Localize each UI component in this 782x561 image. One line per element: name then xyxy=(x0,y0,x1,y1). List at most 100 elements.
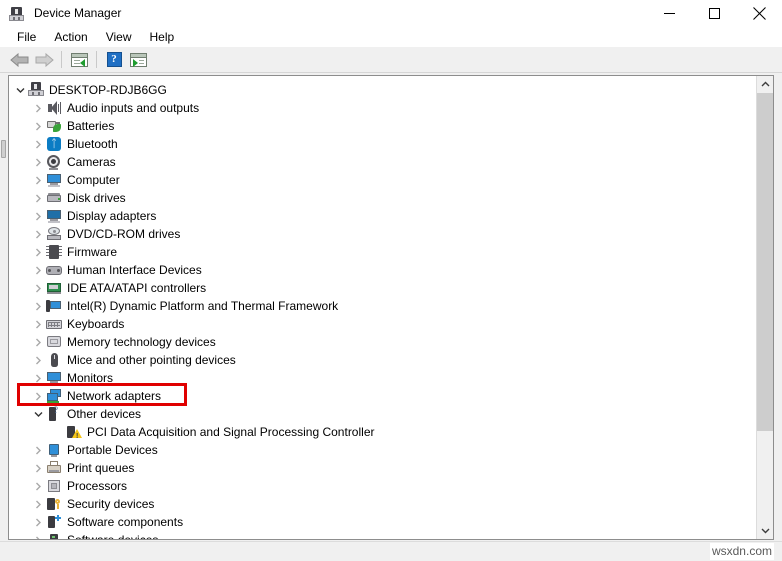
chevron-right-icon[interactable] xyxy=(30,225,46,243)
dvd-drive-icon xyxy=(46,226,62,242)
chevron-right-icon[interactable] xyxy=(30,477,46,495)
tree-row-label: Display adapters xyxy=(67,207,156,225)
help-button[interactable]: ? xyxy=(102,49,126,71)
scroll-up-button[interactable] xyxy=(757,76,773,93)
other-device-icon: ? xyxy=(46,406,62,422)
chevron-right-icon[interactable] xyxy=(30,369,46,387)
properties-button[interactable] xyxy=(67,49,91,71)
scroll-thumb[interactable] xyxy=(757,93,773,431)
tree-row-software-components[interactable]: Software components xyxy=(9,513,757,531)
chevron-right-icon[interactable] xyxy=(30,441,46,459)
chevron-right-icon[interactable] xyxy=(30,117,46,135)
firmware-chip-icon xyxy=(46,244,62,260)
tree-row-computer[interactable]: Computer xyxy=(9,171,757,189)
chevron-right-icon[interactable] xyxy=(30,459,46,477)
tree-row-label: Human Interface Devices xyxy=(67,261,202,279)
chevron-right-icon[interactable] xyxy=(30,171,46,189)
menu-help[interactable]: Help xyxy=(141,28,184,47)
chevron-right-icon[interactable] xyxy=(30,495,46,513)
tree-row-firmware[interactable]: Firmware xyxy=(9,243,757,261)
tree-row-display-adapters[interactable]: Display adapters xyxy=(9,207,757,225)
chevron-right-icon[interactable] xyxy=(30,153,46,171)
scan-window-icon xyxy=(130,53,147,67)
menu-view[interactable]: View xyxy=(97,28,141,47)
tree-row-label: Disk drives xyxy=(67,189,126,207)
tree-row-monitors[interactable]: Monitors xyxy=(9,369,757,387)
tree-row-label: Cameras xyxy=(67,153,116,171)
forward-arrow-icon xyxy=(34,53,54,67)
tree-row-portable-devices[interactable]: Portable Devices xyxy=(9,441,757,459)
title-bar: Device Manager xyxy=(0,0,782,27)
tree-row-cameras[interactable]: Cameras xyxy=(9,153,757,171)
menu-file[interactable]: File xyxy=(8,28,45,47)
ide-controller-icon xyxy=(46,280,62,296)
chevron-right-icon[interactable] xyxy=(30,387,46,405)
toolbar-separator-1 xyxy=(61,51,62,68)
tree-row-processors[interactable]: Processors xyxy=(9,477,757,495)
forward-button[interactable] xyxy=(32,49,56,71)
chevron-right-icon[interactable] xyxy=(30,297,46,315)
computer-root-icon xyxy=(28,82,44,98)
chevron-right-icon[interactable] xyxy=(30,261,46,279)
chevron-down-icon[interactable] xyxy=(30,405,46,423)
tree-row-disk-drives[interactable]: Disk drives xyxy=(9,189,757,207)
chevron-right-icon[interactable] xyxy=(30,243,46,261)
chevron-up-icon xyxy=(761,81,770,88)
tree-row-network-adapters[interactable]: Network adapters xyxy=(9,387,757,405)
back-button[interactable] xyxy=(8,49,32,71)
software-device-icon xyxy=(46,532,62,539)
tree-row-pci-data-acquisition-and-signal-processing-controller[interactable]: ! PCI Data Acquisition and Signal Proces… xyxy=(9,423,757,441)
mouse-icon xyxy=(46,352,62,368)
close-button[interactable] xyxy=(737,0,782,27)
scroll-down-button[interactable] xyxy=(757,522,773,539)
scan-hardware-button[interactable] xyxy=(126,49,150,71)
tree-row-security-devices[interactable]: Security devices xyxy=(9,495,757,513)
tree-row-bluetooth[interactable]: ᛏ Bluetooth xyxy=(9,135,757,153)
tree-row-print-queues[interactable]: Print queues xyxy=(9,459,757,477)
tree-row-ide-ata-atapi-controllers[interactable]: IDE ATA/ATAPI controllers xyxy=(9,279,757,297)
properties-window-icon xyxy=(71,53,88,67)
chevron-right-icon[interactable] xyxy=(30,333,46,351)
chevron-right-icon[interactable] xyxy=(30,189,46,207)
chevron-right-icon[interactable] xyxy=(30,315,46,333)
tree-row-label: Software devices xyxy=(67,531,158,539)
tree-row-intel-dynamic-platform-and-thermal-framework[interactable]: Intel(R) Dynamic Platform and Thermal Fr… xyxy=(9,297,757,315)
tree-row-human-interface-devices[interactable]: Human Interface Devices xyxy=(9,261,757,279)
chevron-right-icon[interactable] xyxy=(30,531,46,539)
chevron-right-icon[interactable] xyxy=(30,99,46,117)
chevron-right-icon[interactable] xyxy=(30,279,46,297)
tree-row-label: Processors xyxy=(67,477,127,495)
processor-icon xyxy=(46,478,62,494)
menu-action[interactable]: Action xyxy=(45,28,96,47)
tree-row-other-devices[interactable]: ? Other devices xyxy=(9,405,757,423)
tree-row-root[interactable]: DESKTOP-RDJB6GG xyxy=(9,81,757,99)
intel-platform-icon xyxy=(46,298,62,314)
maximize-button[interactable] xyxy=(692,0,737,27)
chevron-right-icon[interactable] xyxy=(30,135,46,153)
camera-icon xyxy=(46,154,62,170)
tree-row-mice-and-other-pointing-devices[interactable]: Mice and other pointing devices xyxy=(9,351,757,369)
tree-row-software-devices[interactable]: Software devices xyxy=(9,531,757,539)
toolbar-separator-2 xyxy=(96,51,97,68)
window-title: Device Manager xyxy=(34,0,121,27)
chevron-right-icon[interactable] xyxy=(30,513,46,531)
tree-row-keyboards[interactable]: Keyboards xyxy=(9,315,757,333)
tree-row-audio-inputs-and-outputs[interactable]: Audio inputs and outputs xyxy=(9,99,757,117)
minimize-button[interactable] xyxy=(647,0,692,27)
tree-row-memory-technology-devices[interactable]: Memory technology devices xyxy=(9,333,757,351)
bluetooth-icon: ᛏ xyxy=(46,136,62,152)
chevron-down-icon[interactable] xyxy=(12,81,28,99)
chevron-right-icon[interactable] xyxy=(30,207,46,225)
computer-icon xyxy=(46,172,62,188)
device-tree[interactable]: DESKTOP-RDJB6GG Audio inputs and outputs xyxy=(9,76,757,539)
minimize-icon xyxy=(664,8,675,19)
tree-row-label: Network adapters xyxy=(67,387,161,405)
pane-splitter-handle[interactable] xyxy=(1,140,6,158)
tree-row-batteries[interactable]: Batteries xyxy=(9,117,757,135)
vertical-scrollbar[interactable] xyxy=(756,76,773,539)
chevron-right-icon[interactable] xyxy=(30,351,46,369)
help-question-icon: ? xyxy=(107,52,122,67)
tree-row-dvd-cd-rom-drives[interactable]: DVD/CD-ROM drives xyxy=(9,225,757,243)
tree-client-area: DESKTOP-RDJB6GG Audio inputs and outputs xyxy=(8,75,774,540)
chevron-down-icon xyxy=(761,527,770,534)
